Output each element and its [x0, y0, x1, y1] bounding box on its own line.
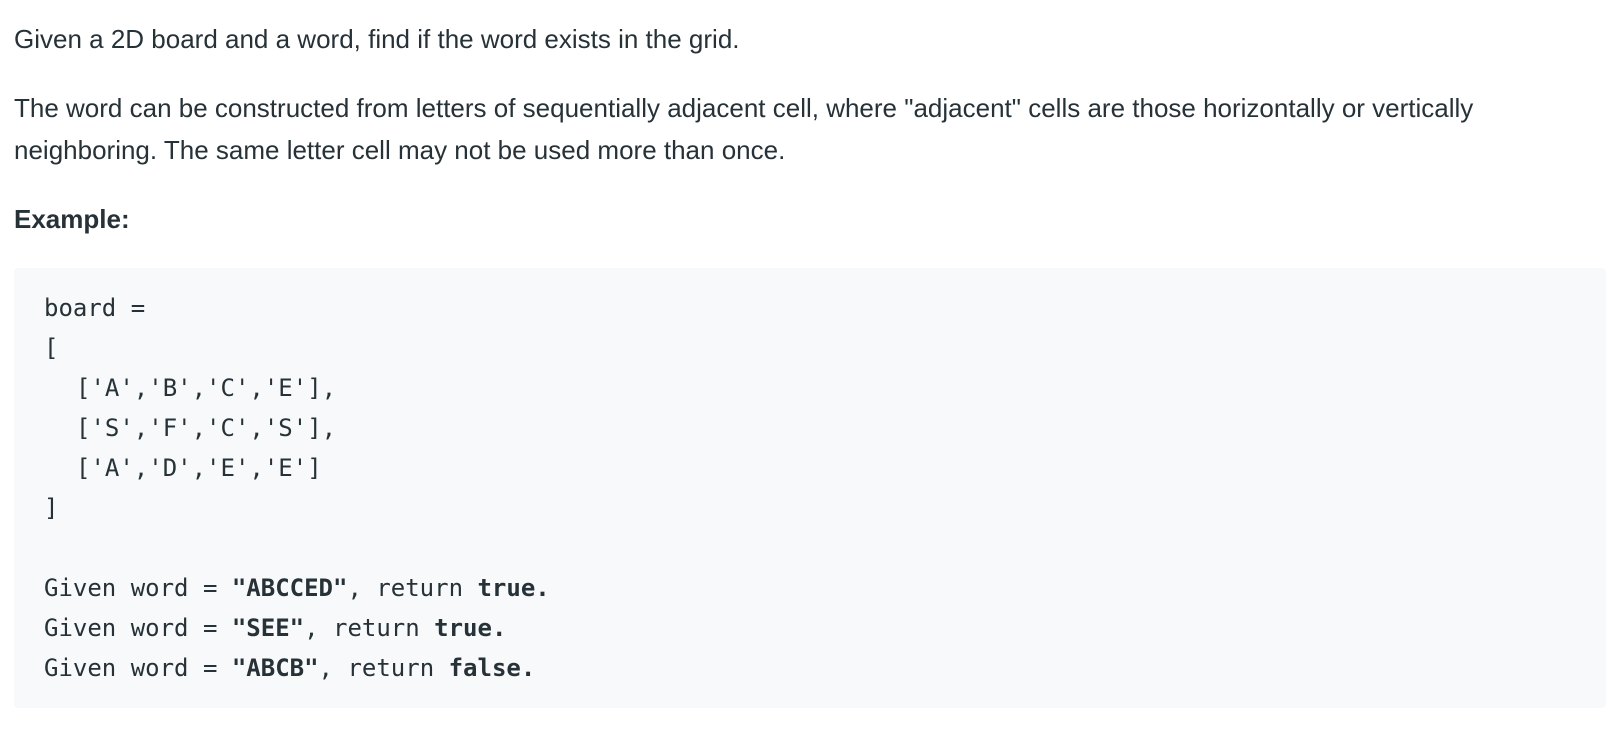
case-result: false.: [448, 654, 536, 682]
example-heading: Example:: [14, 204, 130, 234]
board-row: ['A','B','C','E'],: [76, 374, 337, 402]
board-declaration: board =: [44, 294, 146, 322]
example-case: Given word = "ABCCED", return true.: [44, 568, 1576, 608]
case-prefix: Given word =: [44, 574, 232, 602]
case-prefix: Given word =: [44, 654, 232, 682]
description-paragraph-1: Given a 2D board and a word, find if the…: [14, 24, 740, 54]
case-result: true.: [434, 614, 507, 642]
case-prefix: Given word =: [44, 614, 232, 642]
example-case: Given word = "SEE", return true.: [44, 608, 1576, 648]
board-row: ['A','D','E','E']: [76, 454, 322, 482]
example-case: Given word = "ABCB", return false.: [44, 648, 1576, 688]
case-middle: , return: [318, 654, 449, 682]
case-middle: , return: [304, 614, 435, 642]
case-word: "ABCCED": [231, 574, 348, 602]
case-middle: , return: [347, 574, 478, 602]
board-row: ['S','F','C','S'],: [76, 414, 337, 442]
example-code-block: board = [ ['A','B','C','E'], ['S','F','C…: [14, 268, 1606, 708]
description-paragraph-2: The word can be constructed from letters…: [14, 93, 1474, 165]
board-open-bracket: [: [44, 334, 59, 362]
case-word: "ABCB": [231, 654, 319, 682]
case-result: true.: [477, 574, 550, 602]
board-close-bracket: ]: [44, 494, 59, 522]
case-word: "SEE": [231, 614, 305, 642]
